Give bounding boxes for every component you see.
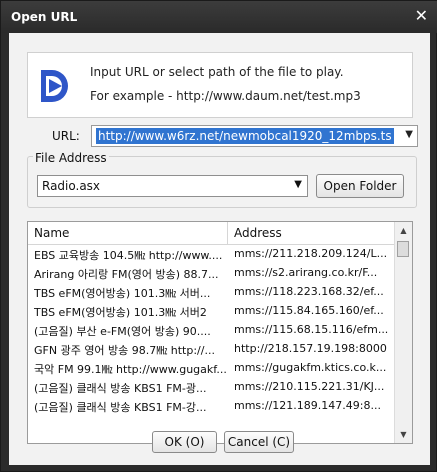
url-input-value[interactable]: http://www.w6rz.net/newmobcal1920_12mbps… [96, 128, 394, 144]
row-address: mms://211.218.209.124/L... [234, 247, 388, 260]
list-row[interactable]: (고음질) 클래식 방송 KBS1 FM-강... mms://121.189.1… [28, 397, 396, 416]
scroll-up-icon[interactable]: ▲ [395, 222, 412, 239]
row-address: mms://121.189.147.49:8... [234, 399, 381, 412]
list-rows: EBS 교육방송 104.5㎒ http://www.... mms://211.… [28, 245, 396, 416]
list-row[interactable]: (고음질) 부산 e-FM(영어 방송) 90.... mms://115.68.… [28, 321, 396, 340]
list-row[interactable]: GFN 광주 영어 방송 98.7㎒ http://... http://218.… [28, 340, 396, 359]
row-name: 국악 FM 99.1㎒ http://www.gugakf... [34, 363, 226, 376]
window-title: Open URL [11, 10, 78, 24]
scrollbar-thumb[interactable] [397, 241, 409, 257]
list-row[interactable]: 국악 FM 99.1㎒ http://www.gugakf... mms://gu… [28, 359, 396, 378]
dialog-body: Input URL or select path of the file to … [9, 33, 430, 465]
row-address: mms://210.115.221.31/KJ... [234, 380, 385, 393]
row-name: (고음질) 클래식 방송 KBS1 FM-광... [34, 382, 207, 395]
row-name: EBS 교육방송 104.5㎒ http://www.... [34, 249, 223, 262]
list-row[interactable]: (고음질) 클래식 방송 KBS1 FM-광... mms://210.115.2… [28, 378, 396, 397]
row-name: (고음질) 부산 e-FM(영어 방송) 90.... [34, 325, 211, 338]
player-logo-icon [41, 70, 68, 102]
info-example: For example - http://www.daum.net/test.m… [90, 89, 361, 103]
row-address: mms://115.84.165.160/ef... [234, 304, 384, 317]
cancel-button[interactable]: Cancel (C) [224, 431, 294, 453]
row-name: TBS eFM(영어방송) 101.3㎒ 서버... [34, 287, 211, 300]
row-name: Arirang 아리랑 FM(영어 방송) 88.7... [34, 268, 219, 281]
row-address: mms://118.223.168.32/ef... [234, 285, 384, 298]
list-row[interactable]: EBS 교육방송 104.5㎒ http://www.... mms://211.… [28, 245, 396, 264]
row-address: mms://115.68.15.116/efm... [234, 323, 389, 336]
ok-button[interactable]: OK (O) [152, 431, 217, 453]
info-instruction: Input URL or select path of the file to … [90, 65, 344, 79]
file-address-label: File Address [33, 151, 109, 165]
scroll-down-icon[interactable]: ▼ [395, 426, 412, 443]
row-name: GFN 광주 영어 방송 98.7㎒ http://... [34, 344, 215, 357]
chevron-down-icon[interactable]: ▼ [405, 129, 413, 140]
info-panel: Input URL or select path of the file to … [27, 52, 413, 118]
open-url-dialog: Open URL ✕ Input URL or select path of t… [0, 0, 437, 472]
file-address-selected: Radio.asx [42, 179, 101, 193]
open-folder-button[interactable]: Open Folder [316, 174, 404, 198]
column-header-address[interactable]: Address [234, 226, 282, 240]
row-name: (고음질) 클래식 방송 KBS1 FM-강... [34, 401, 207, 414]
row-address: mms://s2.arirang.co.kr/F... [234, 266, 378, 279]
list-row[interactable]: TBS eFM(영어방송) 101.3㎒ 서버2 mms://115.84.165… [28, 302, 396, 321]
column-divider[interactable] [227, 222, 228, 244]
close-icon[interactable]: ✕ [415, 7, 428, 25]
chevron-down-icon[interactable]: ▼ [294, 179, 302, 190]
row-address: mms://gugakfm.ktics.co.k... [234, 361, 387, 374]
column-header-name[interactable]: Name [34, 226, 69, 240]
url-label: URL: [52, 129, 80, 143]
vertical-scrollbar[interactable]: ▲ ▼ [394, 222, 412, 443]
file-address-select[interactable]: Radio.asx ▼ [37, 175, 308, 197]
url-combobox[interactable]: http://www.w6rz.net/newmobcal1920_12mbps… [91, 125, 418, 147]
list-header: Name Address [28, 222, 396, 245]
list-row[interactable]: Arirang 아리랑 FM(영어 방송) 88.7... mms://s2.ar… [28, 264, 396, 283]
title-bar[interactable]: Open URL ✕ [1, 1, 437, 33]
row-name: TBS eFM(영어방송) 101.3㎒ 서버2 [34, 306, 207, 319]
station-list[interactable]: Name Address EBS 교육방송 104.5㎒ http://www.… [27, 221, 413, 444]
row-address: http://218.157.19.198:8000 [234, 342, 387, 355]
list-row[interactable]: TBS eFM(영어방송) 101.3㎒ 서버... mms://118.223.… [28, 283, 396, 302]
